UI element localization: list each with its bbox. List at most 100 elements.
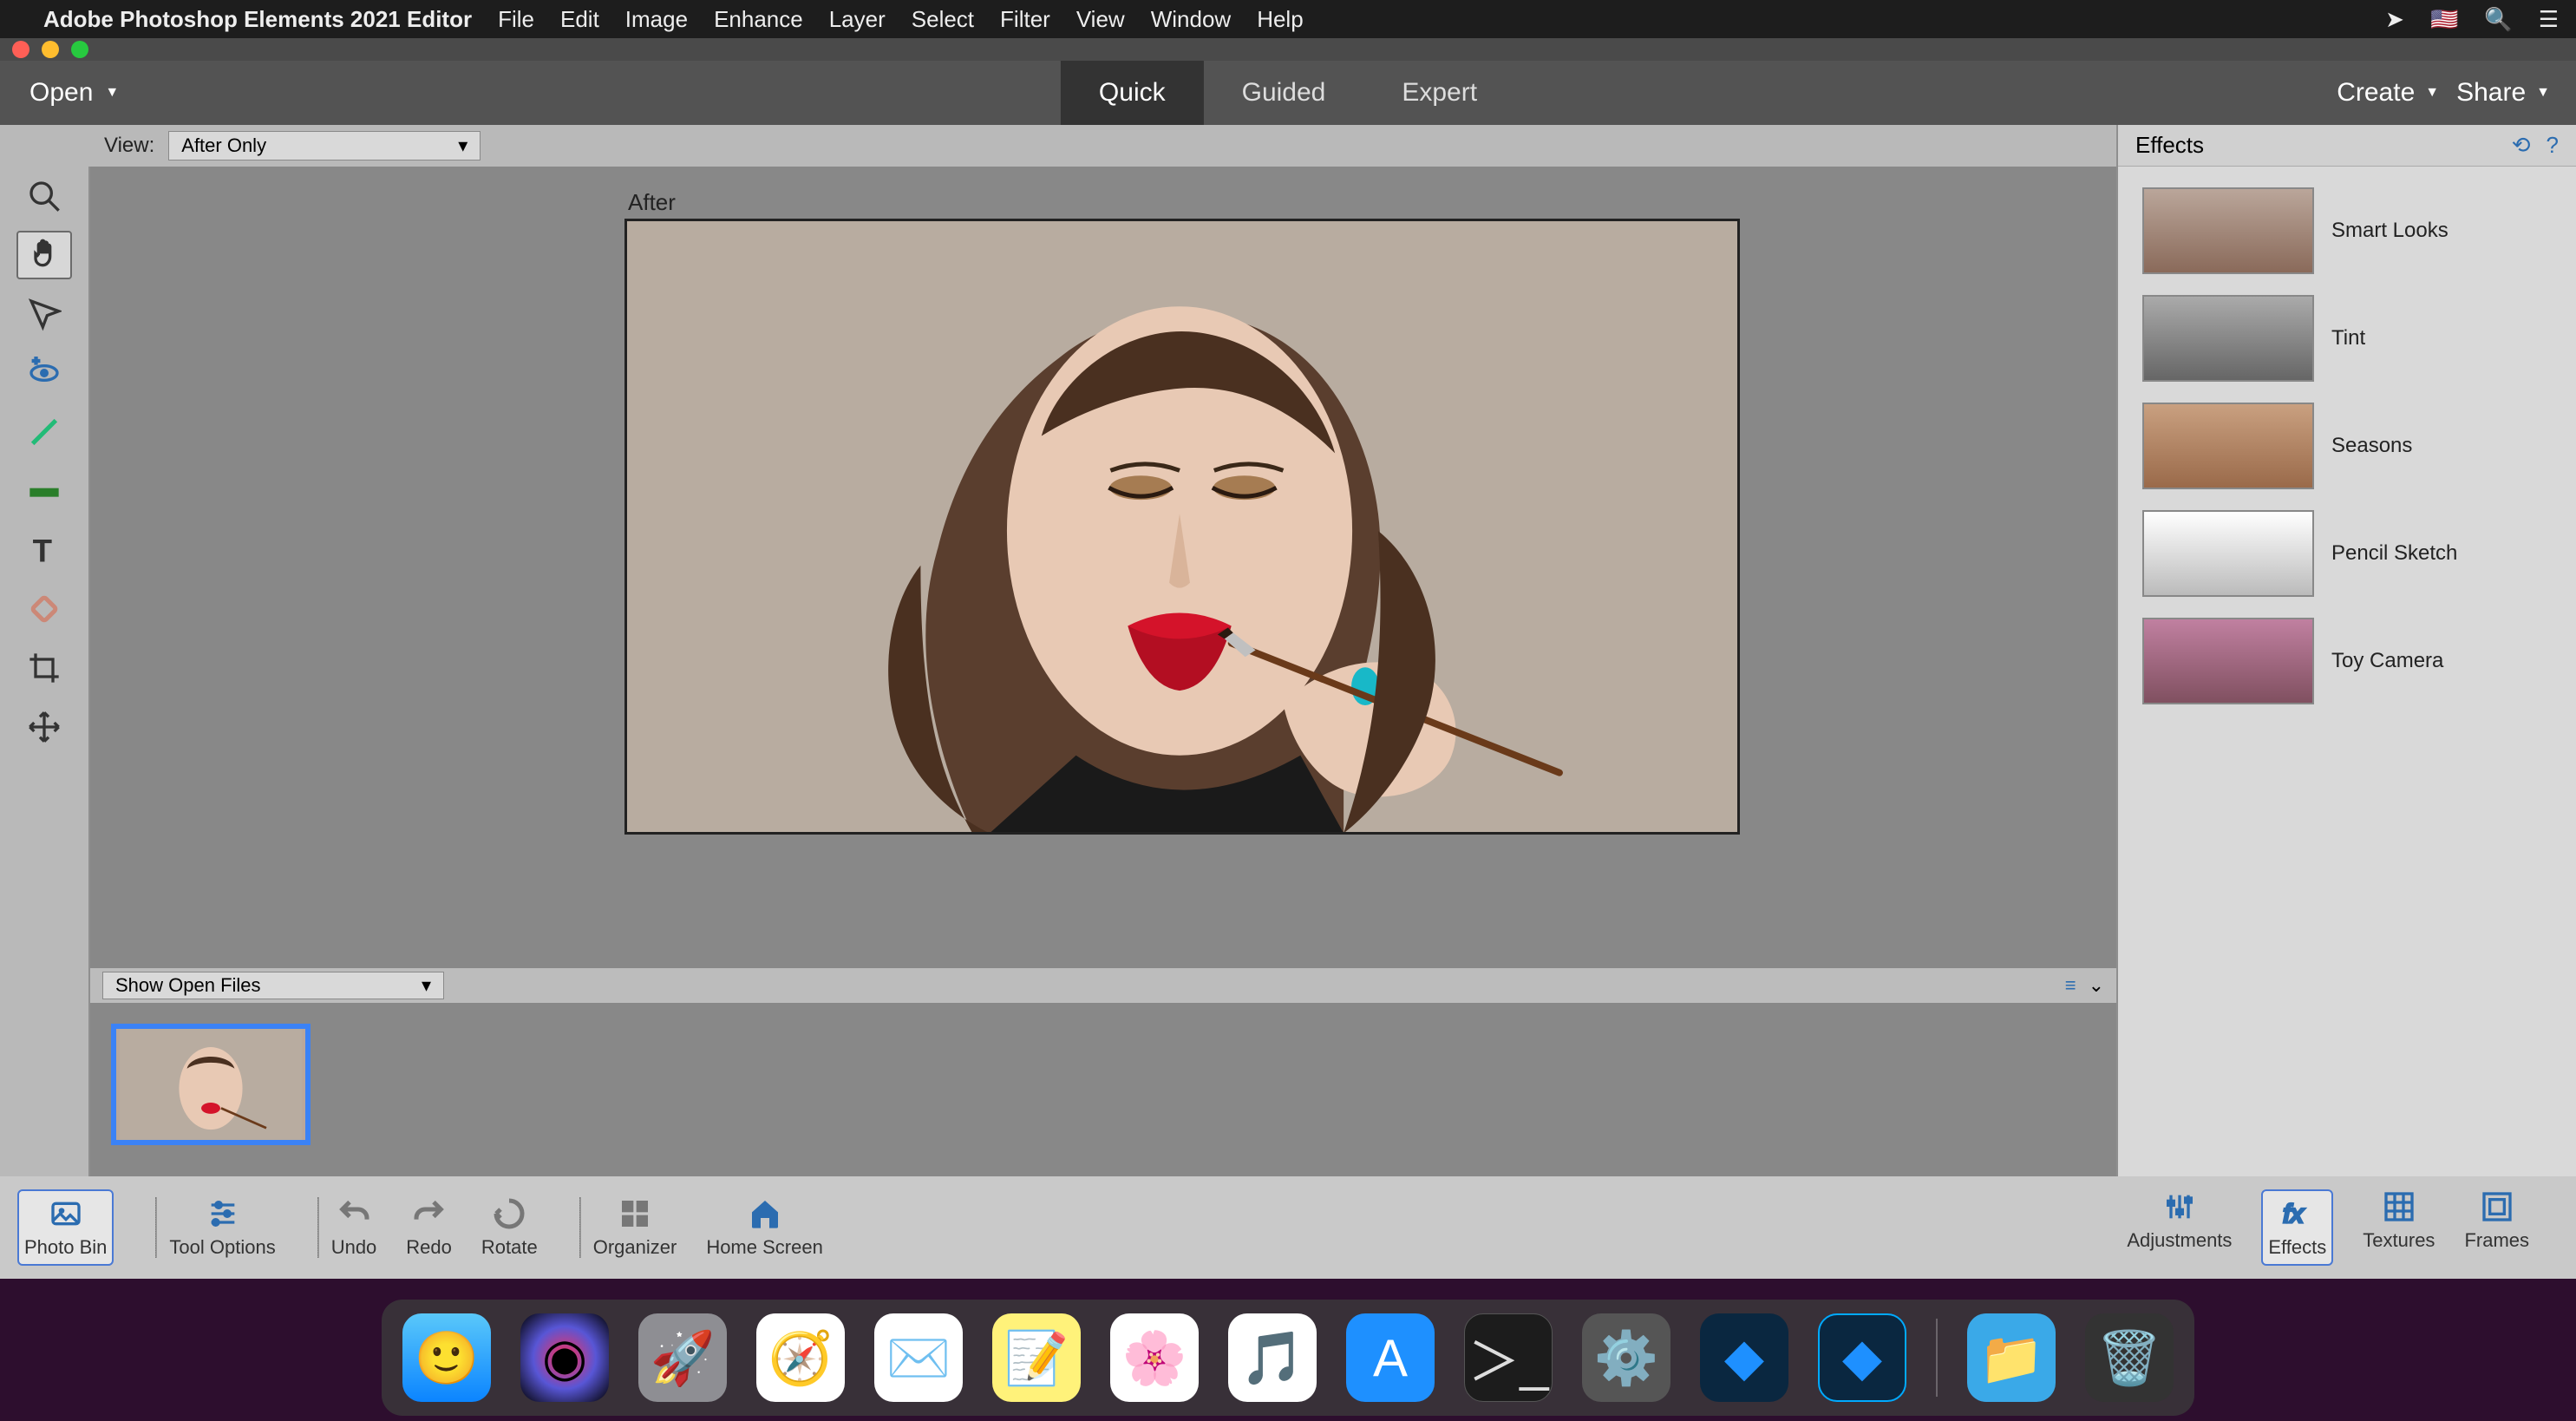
redo-label: Redo [406, 1236, 452, 1259]
photo-bin-label: Photo Bin [24, 1236, 107, 1259]
dock-safari[interactable]: 🧭 [756, 1313, 845, 1402]
dock-terminal[interactable]: ＞_ [1464, 1313, 1553, 1402]
quick-select-tool[interactable] [16, 290, 72, 338]
dock-appstore[interactable]: A [1346, 1313, 1435, 1402]
photo-bin-button[interactable]: Photo Bin [17, 1189, 114, 1266]
bin-collapse-icon[interactable]: ⌄ [2089, 974, 2104, 997]
dock-photos[interactable]: 🌸 [1110, 1313, 1199, 1402]
menu-edit[interactable]: Edit [560, 6, 599, 33]
dock-downloads[interactable]: 📁 [1967, 1313, 2056, 1402]
effect-thumb [2142, 618, 2314, 704]
mode-tab-guided[interactable]: Guided [1204, 61, 1364, 125]
hand-tool[interactable] [16, 231, 72, 279]
effects-label: Effects [2268, 1236, 2326, 1259]
effects-list[interactable]: Smart Looks Tint Seasons Pencil Sketch T… [2118, 167, 2576, 1176]
menu-help[interactable]: Help [1257, 6, 1303, 33]
move-tool[interactable] [16, 703, 72, 751]
menu-file[interactable]: File [498, 6, 534, 33]
straighten-tool[interactable] [16, 467, 72, 515]
create-button[interactable]: Create ▼ [2337, 78, 2439, 108]
effects-header: Effects ⟲ ? [2118, 125, 2576, 167]
open-label: Open [29, 78, 93, 108]
eye-tool[interactable]: + [16, 349, 72, 397]
app-name[interactable]: Adobe Photoshop Elements 2021 Editor [43, 6, 472, 33]
window-zoom-button[interactable] [71, 41, 88, 58]
tool-options-button[interactable]: Tool Options [169, 1196, 275, 1259]
menu-enhance[interactable]: Enhance [714, 6, 803, 33]
mac-menubar: Adobe Photoshop Elements 2021 Editor Fil… [0, 0, 2576, 38]
open-button[interactable]: Open ▼ [0, 61, 148, 125]
effects-panel: Effects ⟲ ? Smart Looks Tint Seasons Pen… [2116, 125, 2576, 1176]
dock-music[interactable]: 🎵 [1228, 1313, 1317, 1402]
dock-pse-editor[interactable]: ◆ [1818, 1313, 1906, 1402]
menu-view[interactable]: View [1076, 6, 1125, 33]
mode-tabs: Quick Guided Expert [1061, 61, 1515, 125]
share-button[interactable]: Share ▼ [2456, 78, 2550, 108]
menu-layer[interactable]: Layer [829, 6, 886, 33]
spot-heal-tool[interactable] [16, 585, 72, 633]
effects-title: Effects [2135, 132, 2204, 159]
effect-thumb [2142, 295, 2314, 382]
rotate-button[interactable]: Rotate [481, 1196, 538, 1259]
undo-label: Undo [331, 1236, 377, 1259]
status-icon-search[interactable]: 🔍 [2484, 6, 2512, 33]
menu-filter[interactable]: Filter [1000, 6, 1050, 33]
effect-item-seasons[interactable]: Seasons [2118, 392, 2576, 500]
desktop-background: 🙂 ◉ 🚀 🧭 ✉️ 📝 🌸 🎵 A ＞_ ⚙️ ◆ ◆ 📁 🗑️ [0, 1279, 2576, 1421]
home-screen-button[interactable]: Home Screen [706, 1196, 823, 1259]
dock-notes[interactable]: 📝 [992, 1313, 1081, 1402]
dock-pse-organizer[interactable]: ◆ [1700, 1313, 1788, 1402]
tool-options-label: Tool Options [169, 1236, 275, 1259]
effect-item-smart-looks[interactable]: Smart Looks [2118, 177, 2576, 285]
undo-button[interactable]: Undo [331, 1196, 377, 1259]
menu-select[interactable]: Select [912, 6, 974, 33]
dock-settings[interactable]: ⚙️ [1582, 1313, 1670, 1402]
effect-item-toy-camera[interactable]: Toy Camera [2118, 607, 2576, 715]
reset-icon[interactable]: ⟲ [2512, 132, 2531, 159]
dock-mail[interactable]: ✉️ [874, 1313, 963, 1402]
dock-launchpad[interactable]: 🚀 [638, 1313, 727, 1402]
photo-bin-dropdown-value: Show Open Files [115, 974, 261, 997]
adjustments-button[interactable]: Adjustments [2127, 1189, 2232, 1266]
mode-tab-quick[interactable]: Quick [1061, 61, 1204, 125]
effect-name: Toy Camera [2331, 649, 2443, 673]
dock-trash[interactable]: 🗑️ [2085, 1313, 2174, 1402]
svg-text:fx: fx [2283, 1200, 2304, 1228]
create-label: Create [2337, 78, 2415, 108]
photo-bin-dropdown[interactable]: Show Open Files ▾ [102, 972, 444, 999]
svg-text:+: + [33, 356, 40, 367]
bin-sort-icon[interactable]: ≡ [2065, 974, 2076, 997]
textures-button[interactable]: Textures [2363, 1189, 2435, 1266]
photo-bin-thumb[interactable] [111, 1024, 311, 1145]
status-icon-control-center[interactable]: ☰ [2539, 6, 2559, 33]
window-minimize-button[interactable] [42, 41, 59, 58]
dock-separator [1936, 1319, 1938, 1397]
rotate-label: Rotate [481, 1236, 538, 1259]
status-icon-cursor[interactable]: ➤ [2385, 6, 2404, 33]
menu-window[interactable]: Window [1151, 6, 1231, 33]
zoom-tool[interactable] [16, 172, 72, 220]
effect-item-tint[interactable]: Tint [2118, 285, 2576, 392]
frames-button[interactable]: Frames [2464, 1189, 2529, 1266]
whiten-teeth-tool[interactable] [16, 408, 72, 456]
crop-tool[interactable] [16, 644, 72, 692]
status-icon-flag[interactable]: 🇺🇸 [2430, 6, 2458, 33]
organizer-button[interactable]: Organizer [593, 1196, 677, 1259]
effects-button[interactable]: fx Effects [2261, 1189, 2333, 1266]
type-tool[interactable]: T [16, 526, 72, 574]
help-icon[interactable]: ? [2547, 132, 2559, 159]
photo-bin-header: Show Open Files ▾ ≡ ⌄ [90, 968, 2116, 1003]
redo-button[interactable]: Redo [406, 1196, 452, 1259]
dock-finder[interactable]: 🙂 [402, 1313, 491, 1402]
dock-siri[interactable]: ◉ [520, 1313, 609, 1402]
menu-image[interactable]: Image [625, 6, 688, 33]
effect-item-pencil-sketch[interactable]: Pencil Sketch [2118, 500, 2576, 607]
view-dropdown-value: After Only [181, 134, 266, 157]
window-close-button[interactable] [12, 41, 29, 58]
separator [155, 1197, 157, 1258]
effect-name: Seasons [2331, 434, 2412, 458]
mode-tab-expert[interactable]: Expert [1363, 61, 1515, 125]
view-dropdown[interactable]: After Only ▾ [168, 131, 481, 160]
canvas-image[interactable] [624, 219, 1740, 835]
effect-thumb [2142, 187, 2314, 274]
